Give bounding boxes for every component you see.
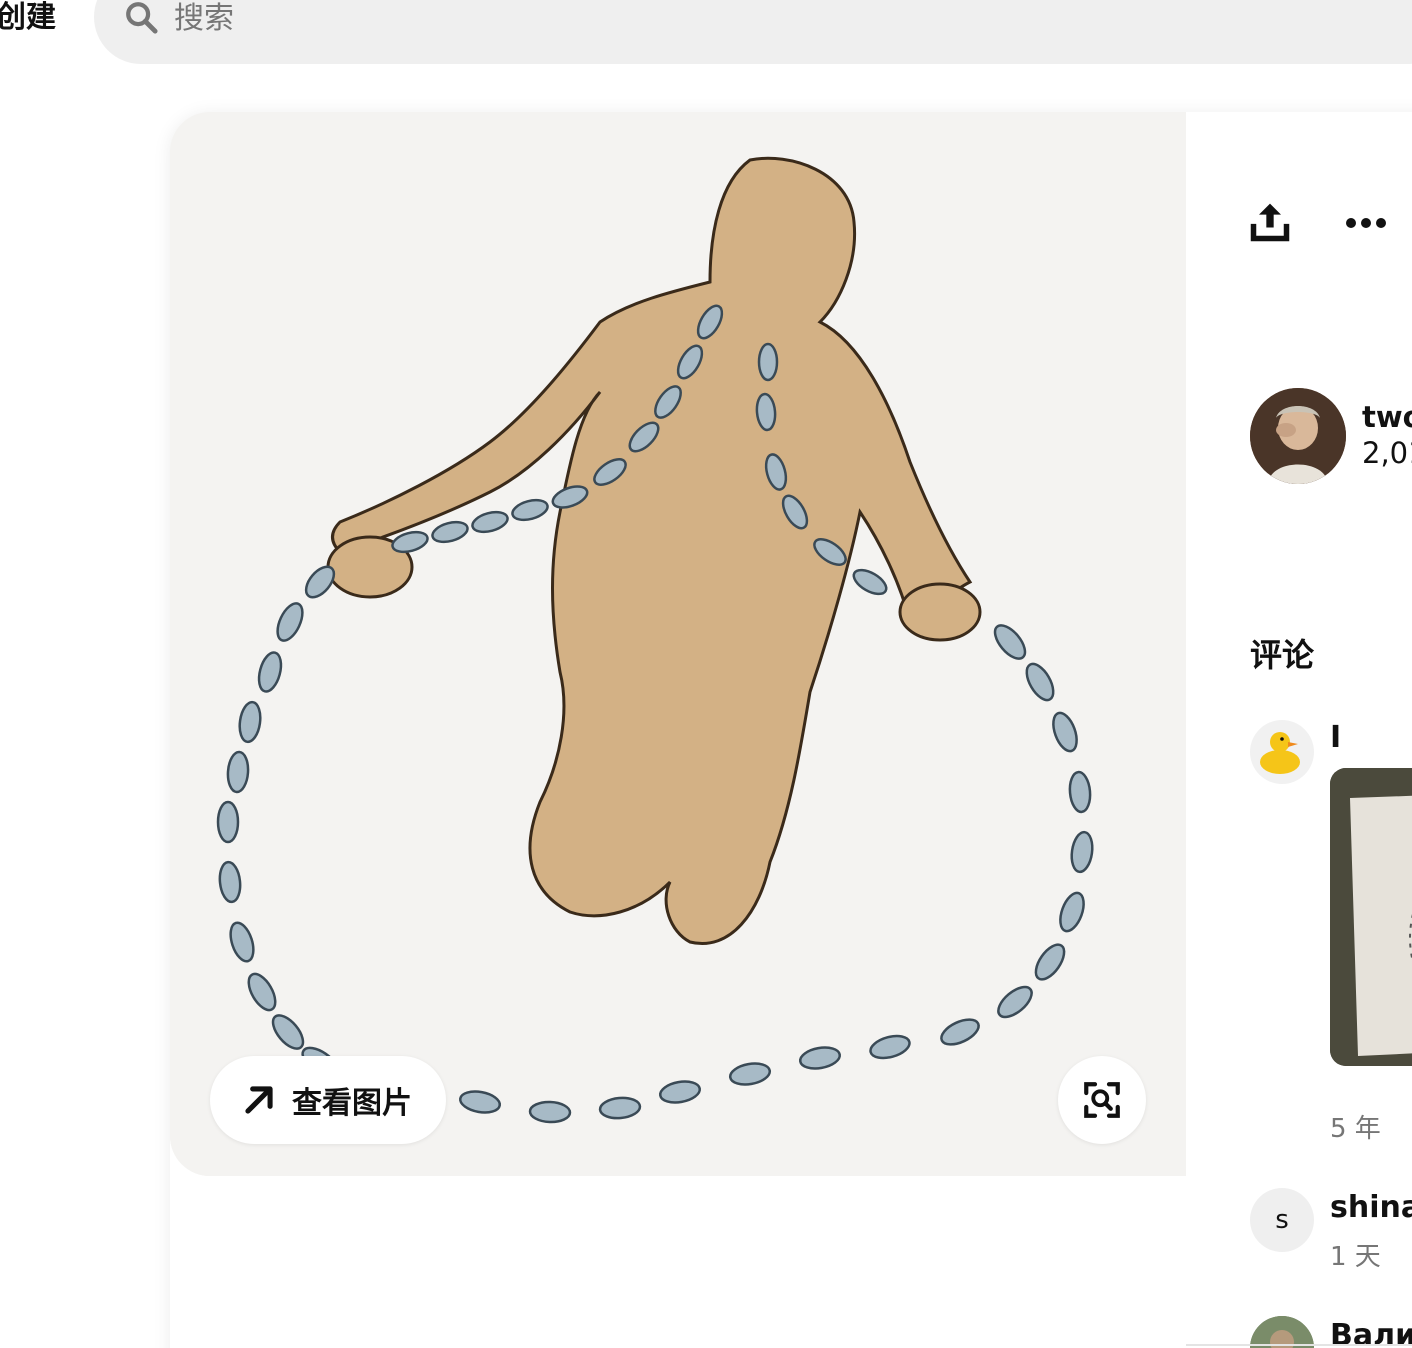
comment-attached-photo[interactable] [1330, 768, 1412, 1066]
author-name[interactable]: two [1362, 400, 1412, 434]
visual-search-icon [1084, 1082, 1120, 1118]
comment-avatar[interactable] [1250, 720, 1314, 784]
search-icon [126, 2, 158, 34]
comment-avatar-letter: s [1275, 1205, 1289, 1235]
panel-divider [1186, 1344, 1412, 1346]
pin-detail-page: 创建 搜索 查看图片 tw 2,0 评论 I 5 年 s shina 1 天 В… [0, 0, 1412, 1348]
pin-image[interactable]: 查看图片 [170, 112, 1186, 1176]
comment-author[interactable]: I [1330, 720, 1341, 755]
author-portrait-image [1250, 388, 1346, 484]
share-icon[interactable] [1248, 200, 1292, 244]
view-image-label: 查看图片 [292, 1086, 412, 1121]
pin-card: 查看图片 tw 2,0 评论 I 5 年 s shina 1 天 Вали [170, 112, 1412, 1348]
author-avatar[interactable] [1250, 388, 1346, 484]
comment-photo-image [1330, 768, 1412, 1066]
create-nav-link[interactable]: 创建 [0, 0, 56, 40]
comments-heading: 评论 [1250, 636, 1315, 674]
arrow-up-right-icon [245, 1086, 273, 1114]
rubber-duck-icon [1260, 732, 1300, 774]
search-input[interactable] [174, 0, 774, 40]
pin-side-panel: two 2,01 评论 I 5 年 [1186, 112, 1412, 1348]
search-bar[interactable] [94, 0, 1412, 64]
comment-timestamp: 5 年 [1330, 1114, 1381, 1144]
comment-author[interactable]: shina [1330, 1190, 1412, 1225]
crying-figure-jump-rope-illustration [170, 112, 1186, 1176]
more-options-icon[interactable] [1344, 208, 1388, 238]
visual-search-button[interactable] [1058, 1056, 1146, 1144]
comment-timestamp: 1 天 [1330, 1242, 1381, 1272]
view-image-button[interactable]: 查看图片 [210, 1056, 446, 1144]
author-follower-count: 2,01 [1362, 436, 1412, 470]
comment-avatar[interactable]: s [1250, 1188, 1314, 1252]
